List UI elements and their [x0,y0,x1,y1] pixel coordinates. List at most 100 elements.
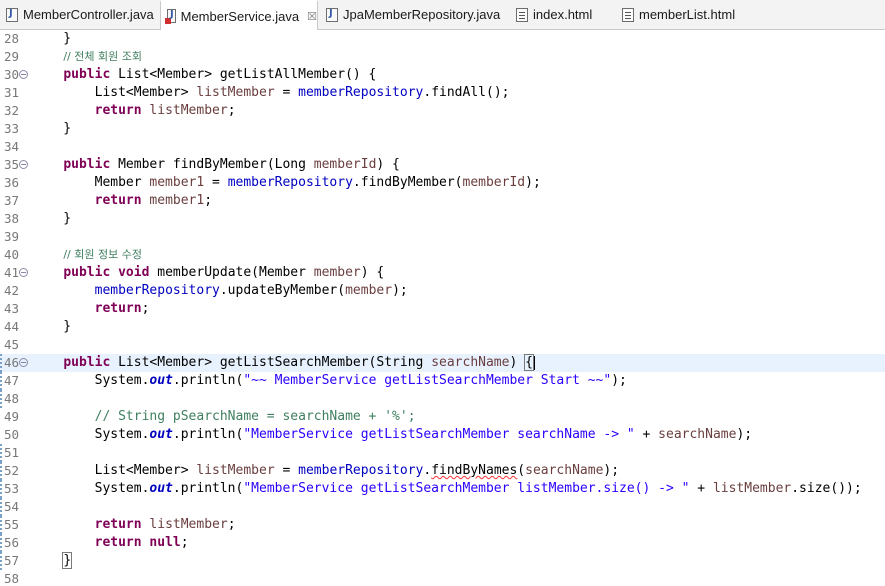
code-line[interactable]: 55 return listMember; [0,516,885,534]
line-gutter: 28 [0,30,34,48]
code-line[interactable]: 50 System.out.println("MemberService get… [0,426,885,444]
tab-jpamemberrepository-java[interactable]: JpaMemberRepository.java [320,0,506,29]
matching-bracket: } [62,552,73,569]
java-file-error-icon [165,9,176,24]
java-file-icon [6,7,18,22]
tab-memberservice-java[interactable]: MemberService.java ☒ [160,0,318,30]
line-gutter: 40 [0,246,34,264]
change-marker [0,390,2,408]
line-number: 29 [4,49,20,64]
fold-collapse-icon[interactable]: − [19,160,28,169]
code-line-current[interactable]: 46− public List<Member> getListSearchMem… [0,354,885,372]
code-line[interactable]: 35− public Member findByMember(Long memb… [0,156,885,174]
code-line[interactable]: 36 Member member1 = memberRepository.fin… [0,174,885,192]
line-number: 44 [4,319,20,334]
error-underline: findByNames [431,463,518,478]
line-gutter: 51 [0,444,34,462]
tab-label: index.html [533,7,593,22]
code-line[interactable]: 40 // 회원 정보 수정 [0,246,885,264]
tab-index-html[interactable]: index.html [510,0,614,29]
change-marker [0,498,2,516]
line-number: 47 [4,373,20,388]
code-line[interactable]: 57 } [0,552,885,570]
code-line[interactable]: 41− public void memberUpdate(Member memb… [0,264,885,282]
code-line[interactable]: 52 List<Member> listMember = memberRepos… [0,462,885,480]
tab-membercontroller-java[interactable]: MemberController.java [0,0,160,29]
code-line[interactable]: 39 [0,228,885,246]
line-number: 37 [4,193,20,208]
code-line[interactable]: 54 [0,498,885,516]
change-marker [0,480,2,498]
line-number: 34 [4,139,20,154]
code-line[interactable]: 48 [0,390,885,408]
line-number: 28 [4,31,20,46]
line-number: 31 [4,85,20,100]
code-line[interactable]: 29 // 전체 회원 조회 [0,48,885,66]
code-line[interactable]: 47 System.out.println("~~ MemberService … [0,372,885,390]
line-gutter: 32 [0,102,34,120]
code-line[interactable]: 45 [0,336,885,354]
line-gutter: 48 [0,390,34,408]
line-number: 38 [4,211,20,226]
line-gutter: 47 [0,372,34,390]
code-line[interactable]: 49 // String pSearchName = searchName + … [0,408,885,426]
line-number: 39 [4,229,20,244]
fold-collapse-icon[interactable]: − [19,70,28,79]
line-number: 45 [4,337,20,352]
line-number: 54 [4,499,20,514]
change-marker [0,516,2,534]
change-marker [0,372,2,390]
tab-label: memberList.html [639,7,736,22]
line-gutter: 39 [0,228,34,246]
line-gutter: 29 [0,48,34,66]
code-line[interactable]: 44 } [0,318,885,336]
line-gutter: 50 [0,426,34,444]
matching-bracket: { [524,354,534,371]
line-number: 40 [4,247,20,262]
line-gutter: 43 [0,300,34,318]
line-gutter: 36 [0,174,34,192]
code-line[interactable]: 56 return null; [0,534,885,552]
fold-collapse-icon[interactable]: − [19,358,28,367]
code-line[interactable]: 28 } [0,30,885,48]
close-tab-icon[interactable]: ☒ [307,10,317,23]
code-editor[interactable]: 28 } 29 // 전체 회원 조회 30− public List<Memb… [0,30,885,586]
line-gutter: 30− [0,66,34,84]
line-number: 53 [4,481,20,496]
code-comment: // String pSearchName = searchName + '%'… [94,409,416,424]
line-gutter: 44 [0,318,34,336]
line-number: 43 [4,301,20,316]
fold-collapse-icon[interactable]: − [19,268,28,277]
line-gutter: 38 [0,210,34,228]
line-number: 49 [4,409,20,424]
string-literal: "~~ MemberService getListSearchMember St… [243,373,612,388]
change-marker [0,534,2,552]
code-line[interactable]: 42 memberRepository.updateByMember(membe… [0,282,885,300]
line-gutter: 41− [0,264,34,282]
code-line[interactable]: 33 } [0,120,885,138]
code-line[interactable]: 31 List<Member> listMember = memberRepos… [0,84,885,102]
line-gutter: 57 [0,552,34,570]
tab-memberlist-html[interactable]: memberList.html [616,0,766,29]
code-line[interactable]: 38 } [0,210,885,228]
code-line[interactable]: 32 return listMember; [0,102,885,120]
line-number: 57 [4,553,20,568]
code-line[interactable]: 43 return; [0,300,885,318]
tab-label: JpaMemberRepository.java [343,7,501,22]
tab-label: MemberService.java [180,8,300,24]
java-file-icon [326,7,338,22]
code-line[interactable]: 51 [0,444,885,462]
change-marker [0,444,2,462]
code-line[interactable]: 37 return member1; [0,192,885,210]
code-line[interactable]: 30− public List<Member> getListAllMember… [0,66,885,84]
tab-label: MemberController.java [23,7,154,22]
code-comment: // 전체 회원 조회 [63,50,142,63]
line-number: 55 [4,517,20,532]
text-caret [533,355,535,370]
code-line[interactable]: 34 [0,138,885,156]
line-number: 46 [4,355,20,370]
line-gutter: 37 [0,192,34,210]
code-line[interactable]: 53 System.out.println("MemberService get… [0,480,885,498]
code-line[interactable]: 58 [0,570,885,586]
line-gutter: 45 [0,336,34,354]
